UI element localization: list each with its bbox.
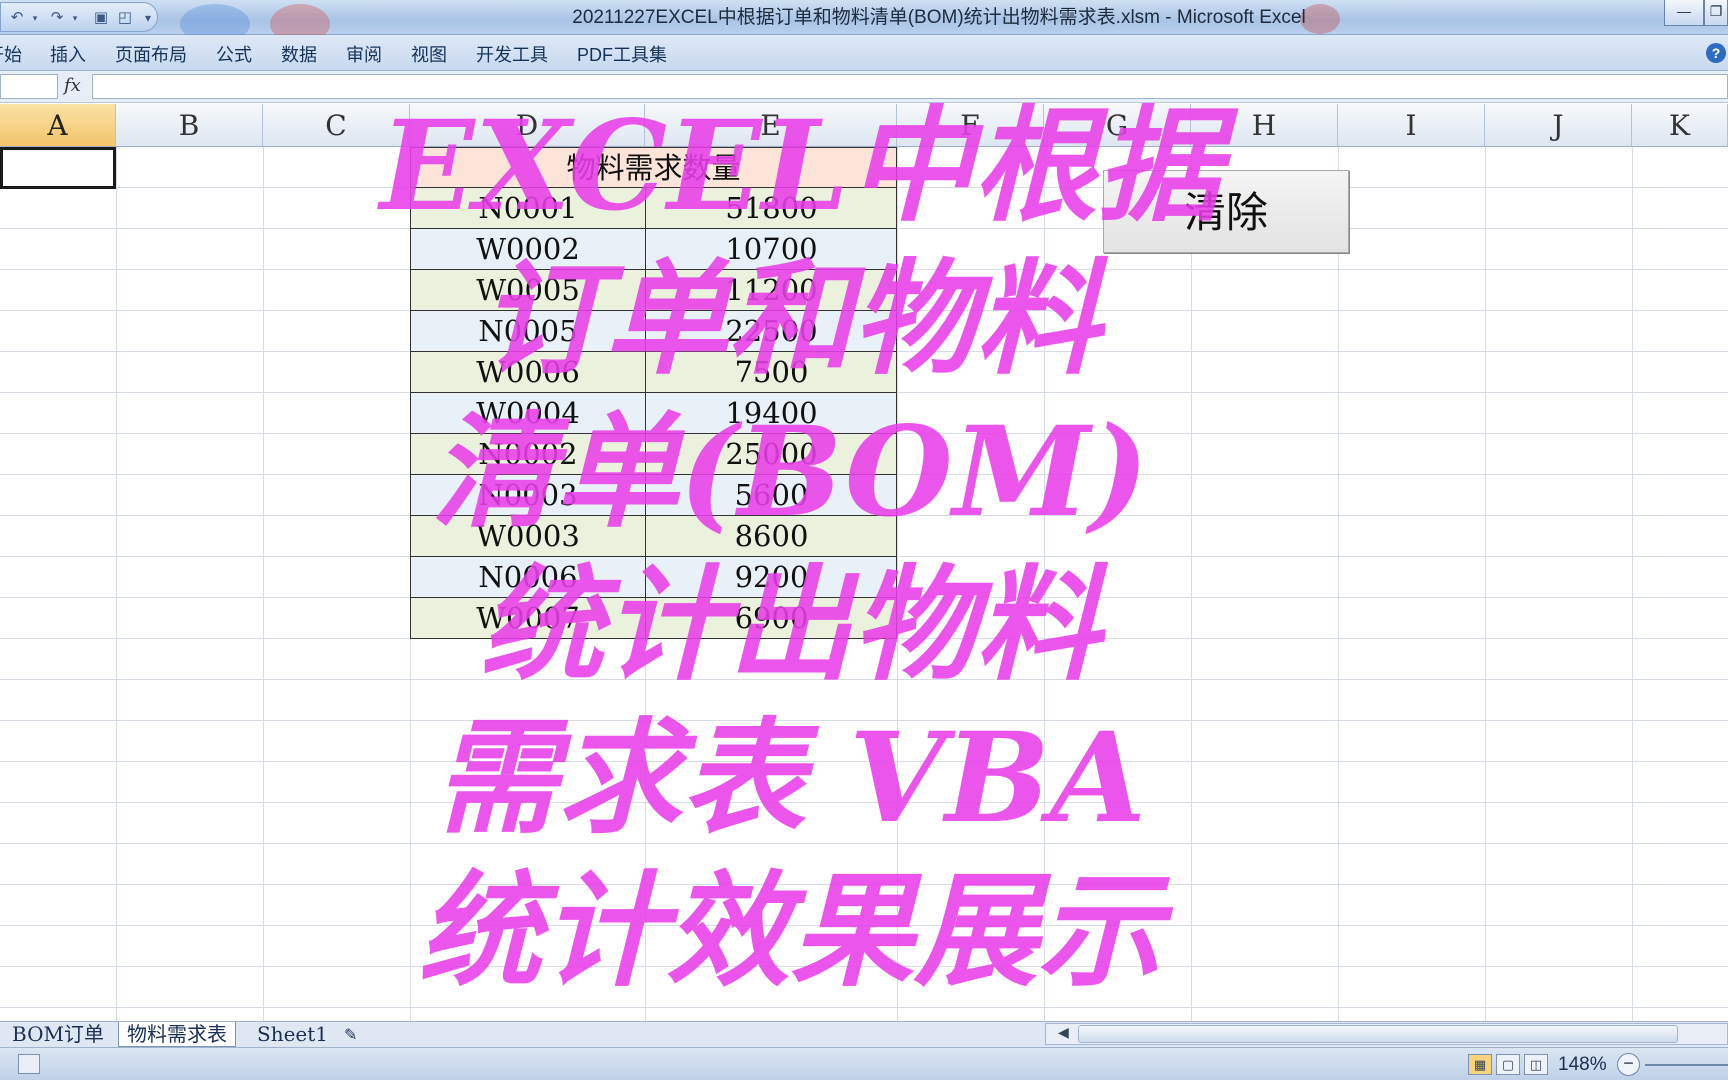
table-row: N0001 51800 [410, 188, 897, 229]
page-layout-view-icon[interactable]: ▢ [1496, 1054, 1520, 1075]
macro-record-icon[interactable] [18, 1054, 40, 1074]
zoom-level[interactable]: 148% [1558, 1054, 1607, 1076]
material-code-cell[interactable]: W0002 [411, 229, 646, 269]
quantity-cell[interactable]: 8600 [646, 516, 897, 556]
table-row: W0003 8600 [410, 516, 897, 557]
restore-button[interactable]: ❐ [1704, 0, 1728, 26]
gridline [1044, 147, 1045, 1021]
column-header-e[interactable]: E [645, 104, 897, 147]
tab-developer[interactable]: 开发工具 [476, 41, 548, 67]
quantity-cell[interactable]: 6900 [646, 598, 897, 638]
column-header-a[interactable]: A [0, 104, 116, 147]
material-code-cell[interactable]: W0004 [411, 393, 646, 433]
scroll-left-icon[interactable]: ◀ [1058, 1024, 1069, 1041]
zoom-slider[interactable] [1645, 1064, 1728, 1066]
material-code-cell[interactable]: N0005 [411, 311, 646, 351]
material-code-cell[interactable]: N0006 [411, 557, 646, 597]
table-header[interactable]: 物料需求数量 [410, 147, 897, 188]
quantity-cell[interactable]: 10700 [646, 229, 897, 269]
table-row: W0006 7500 [410, 352, 897, 393]
fx-icon[interactable]: fx [64, 75, 81, 96]
table-row: N0003 5600 [410, 475, 897, 516]
selected-cell[interactable] [0, 147, 116, 189]
gridline [897, 147, 898, 1021]
zoom-out-icon[interactable]: − [1617, 1053, 1640, 1076]
material-code-cell[interactable]: W0003 [411, 516, 646, 556]
quantity-cell[interactable]: 5600 [646, 475, 897, 515]
tab-review[interactable]: 审阅 [346, 41, 382, 67]
material-code-cell[interactable]: N0001 [411, 188, 646, 228]
ribbon-tabs: 开始 插入 页面布局 公式 数据 审阅 视图 开发工具 PDF工具集 ? [0, 35, 1728, 71]
gridline [1485, 147, 1486, 1021]
sheet-tab-material-demand[interactable]: 物料需求表 [118, 1022, 236, 1047]
column-header-k[interactable]: K [1632, 104, 1728, 147]
tab-page-layout[interactable]: 页面布局 [115, 41, 187, 67]
tab-formulas[interactable]: 公式 [216, 41, 252, 67]
column-header-b[interactable]: B [116, 104, 263, 147]
column-header-j[interactable]: J [1485, 104, 1632, 147]
gridline [116, 147, 117, 1021]
formula-bar: fx [0, 71, 1728, 103]
column-header-h[interactable]: H [1191, 104, 1338, 147]
quantity-cell[interactable]: 7500 [646, 352, 897, 392]
minimize-button[interactable]: — [1664, 0, 1704, 26]
sheet-tab-bom[interactable]: BOM [12, 1022, 64, 1047]
table-row: N0002 25000 [410, 434, 897, 475]
column-header-d[interactable]: D [410, 104, 645, 147]
material-code-cell[interactable]: W0007 [411, 598, 646, 638]
quantity-cell[interactable]: 22500 [646, 311, 897, 351]
material-code-cell[interactable]: N0003 [411, 475, 646, 515]
status-bar: ▦ ▢ ◫ 148% − [0, 1047, 1728, 1080]
gridline [263, 147, 264, 1021]
quantity-cell[interactable]: 11200 [646, 270, 897, 310]
table-row: W0002 10700 [410, 229, 897, 270]
scroll-thumb[interactable] [1078, 1025, 1678, 1043]
formula-input[interactable] [92, 74, 1728, 99]
name-box[interactable] [0, 74, 58, 99]
tab-data[interactable]: 数据 [281, 41, 317, 67]
table-row: N0006 9200 [410, 557, 897, 598]
table-row: W0005 11200 [410, 270, 897, 311]
material-code-cell[interactable]: W0005 [411, 270, 646, 310]
help-icon[interactable]: ? [1706, 43, 1726, 63]
column-header-c[interactable]: C [263, 104, 410, 147]
table-row: N0005 22500 [410, 311, 897, 352]
quantity-cell[interactable]: 9200 [646, 557, 897, 597]
horizontal-scrollbar[interactable]: ◀ [1045, 1023, 1728, 1045]
title-bar: ↶ ▾ ↷ ▾ ▣ ◰ ▾ 20211227EXCEL中根据订单和物料清单(BO… [0, 0, 1728, 44]
tab-insert[interactable]: 插入 [50, 41, 86, 67]
quantity-cell[interactable]: 19400 [646, 393, 897, 433]
gridline [1191, 147, 1192, 1021]
sheet-tab-orders[interactable]: 订单 [64, 1022, 104, 1047]
normal-view-icon[interactable]: ▦ [1468, 1054, 1492, 1075]
column-header-g[interactable]: G [1044, 104, 1191, 147]
tab-pdf-tools[interactable]: PDF工具集 [577, 41, 667, 67]
table-row: W0004 19400 [410, 393, 897, 434]
table-row: W0007 6900 [410, 598, 897, 639]
material-code-cell[interactable]: W0006 [411, 352, 646, 392]
column-header-i[interactable]: I [1338, 104, 1485, 147]
column-header-f[interactable]: F [897, 104, 1044, 147]
window-title: 20211227EXCEL中根据订单和物料清单(BOM)统计出物料需求表.xls… [572, 7, 1306, 28]
quantity-cell[interactable]: 51800 [646, 188, 897, 228]
clear-button[interactable]: 清除 [1103, 170, 1349, 253]
tab-home[interactable]: 开始 [0, 41, 22, 67]
insert-sheet-icon[interactable]: ✎ [344, 1022, 357, 1047]
tab-view[interactable]: 视图 [411, 41, 447, 67]
quantity-cell[interactable]: 25000 [646, 434, 897, 474]
gridline [1632, 147, 1633, 1021]
sheet-tab-sheet1[interactable]: Sheet1 [257, 1022, 328, 1047]
material-code-cell[interactable]: N0002 [411, 434, 646, 474]
gridline [1338, 147, 1339, 1021]
page-break-view-icon[interactable]: ◫ [1524, 1054, 1548, 1075]
